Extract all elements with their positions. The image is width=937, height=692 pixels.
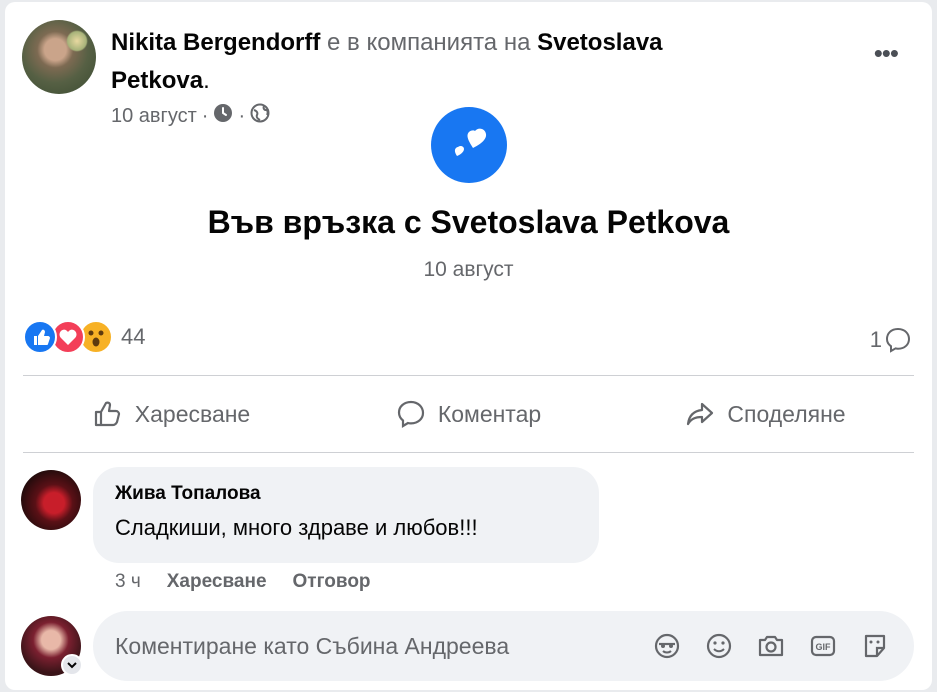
comment-author[interactable]: Жива Топалова <box>115 483 577 505</box>
comment-icon <box>397 400 424 428</box>
tagged-name-first[interactable]: Svetoslava <box>537 29 662 56</box>
comment-label: Коментар <box>437 400 542 427</box>
reactions-count[interactable]: 44 <box>121 324 145 350</box>
comment-input[interactable] <box>115 632 650 660</box>
like-button[interactable]: Харесване <box>23 376 320 452</box>
like-reaction-icon <box>23 320 57 354</box>
divider-bottom <box>23 452 914 453</box>
share-button[interactable]: Споделяне <box>617 376 914 452</box>
reactions-summary[interactable]: 44 <box>23 320 145 354</box>
like-label: Харесване <box>134 400 251 427</box>
more-options-icon[interactable]: ••• <box>874 40 899 66</box>
life-event-date: 10 август <box>423 258 514 281</box>
comment-bubble: Жива Топалова Сладкиши, много здраве и л… <box>93 467 599 563</box>
post-card: Nikita Bergendorff е в компанията на Sve… <box>5 2 932 690</box>
comment-meta: 3 ч Харесване Отговор <box>115 571 371 593</box>
comment-text: Сладкиши, много здраве и любов!!! <box>115 515 478 540</box>
post-meta: 10 август · · <box>111 103 270 129</box>
tagged-name-last[interactable]: Petkova <box>111 67 203 94</box>
comment-like-link[interactable]: Харесване <box>167 571 267 593</box>
post-header: Nikita Bergendorff е в компанията на Sve… <box>111 24 811 100</box>
chevron-down-icon[interactable] <box>61 654 83 676</box>
clock-icon[interactable] <box>213 103 233 129</box>
comments-count-value: 1 <box>869 327 882 352</box>
commenter-avatar[interactable] <box>21 470 81 530</box>
life-event-title: Във връзка с Svetoslava Petkova <box>207 204 730 240</box>
comment-composer: GIF <box>93 611 914 681</box>
share-icon <box>687 402 714 426</box>
post-date[interactable]: 10 август <box>111 105 197 128</box>
svg-text:GIF: GIF <box>816 642 832 652</box>
gif-icon[interactable]: GIF <box>806 629 840 663</box>
meta-separator: · <box>201 104 209 127</box>
thumbs-up-icon <box>94 401 120 427</box>
composer-tools: GIF <box>650 629 892 663</box>
hearts-icon <box>431 107 507 183</box>
author-name[interactable]: Nikita Bergendorff <box>111 29 320 56</box>
comments-count[interactable]: 1 <box>870 326 912 354</box>
share-label: Споделяне <box>727 400 846 427</box>
comment-time[interactable]: 3 ч <box>115 571 141 593</box>
camera-icon[interactable] <box>754 629 788 663</box>
comment-reply-link[interactable]: Отговор <box>293 571 371 593</box>
header-period: . <box>203 67 210 94</box>
avatar-sticker-icon[interactable] <box>650 629 684 663</box>
author-avatar[interactable] <box>22 20 96 94</box>
comment-bubble-icon <box>885 327 911 353</box>
globe-icon[interactable] <box>250 103 270 129</box>
post-actions: Харесване Коментар Споделяне <box>23 376 914 452</box>
sticker-icon[interactable] <box>858 629 892 663</box>
meta-separator: · <box>238 104 246 127</box>
with-text: е в компанията на <box>320 29 538 56</box>
comment-button[interactable]: Коментар <box>320 376 617 452</box>
emoji-icon[interactable] <box>702 629 736 663</box>
